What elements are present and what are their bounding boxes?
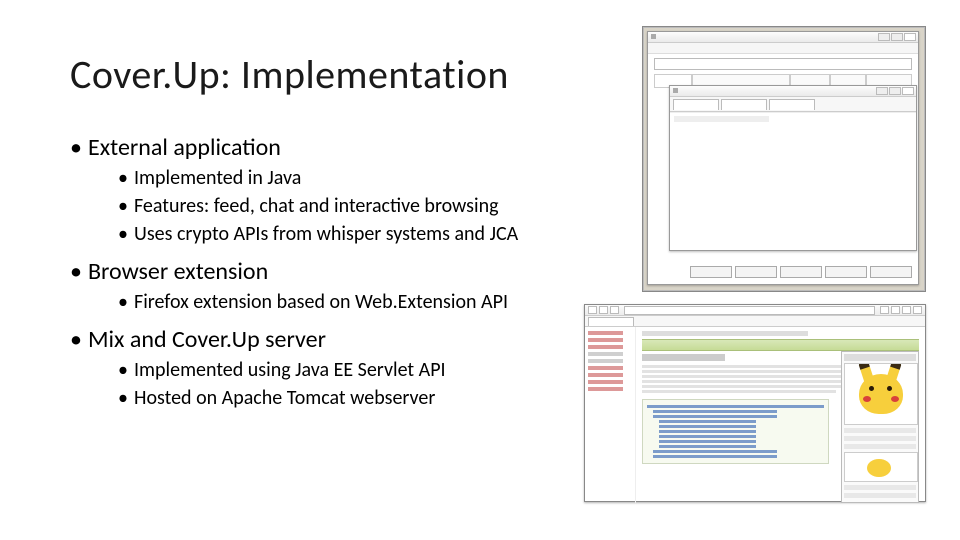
screenshot-browser	[584, 304, 926, 502]
browser-toolbar	[585, 305, 925, 316]
footer-button	[870, 266, 912, 278]
footer-button	[825, 266, 867, 278]
bullet-label: Browser extension	[88, 257, 268, 286]
window-titlebar	[670, 86, 916, 97]
window-titlebar	[648, 32, 918, 43]
nav-back-icon	[588, 306, 597, 314]
address-field	[654, 58, 912, 70]
close-icon	[902, 87, 914, 95]
footer-button	[735, 266, 777, 278]
screenshot-java-app	[642, 26, 926, 292]
minimize-icon	[876, 87, 888, 95]
tab-strip	[670, 97, 916, 112]
browser-tab	[588, 317, 634, 326]
browser-tabstrip	[585, 316, 925, 327]
table-of-contents	[642, 399, 829, 464]
wiki-article	[636, 327, 925, 503]
window-body	[670, 112, 916, 237]
nav-forward-icon	[599, 306, 608, 314]
pikachu-sprite	[844, 452, 918, 482]
url-bar	[624, 306, 875, 315]
notice-banner	[642, 339, 919, 351]
article-title	[642, 354, 725, 361]
breadcrumb	[642, 331, 808, 336]
footer-button	[780, 266, 822, 278]
minimize-icon	[878, 33, 890, 41]
window-menubar	[648, 43, 918, 54]
menu-icon	[880, 306, 889, 314]
page-content	[585, 327, 925, 503]
maximize-icon	[889, 87, 901, 95]
menu-icon	[902, 306, 911, 314]
slide: Cover.Up: Implementation External applic…	[0, 0, 960, 540]
tab	[769, 99, 815, 110]
menu-icon	[891, 306, 900, 314]
reload-icon	[610, 306, 619, 314]
wiki-sidebar	[585, 327, 636, 503]
maximize-icon	[891, 33, 903, 41]
pikachu-image	[844, 363, 918, 425]
infobox	[841, 351, 919, 503]
menu-icon	[913, 306, 922, 314]
tab	[673, 99, 719, 110]
tab	[721, 99, 767, 110]
infobox-header	[844, 354, 916, 361]
app-window-front	[669, 85, 917, 251]
bullet-label: Mix and Cover.Up server	[88, 325, 326, 354]
window-footer	[654, 266, 912, 278]
bullet-label: External application	[88, 133, 281, 162]
footer-button	[690, 266, 732, 278]
close-icon	[904, 33, 916, 41]
